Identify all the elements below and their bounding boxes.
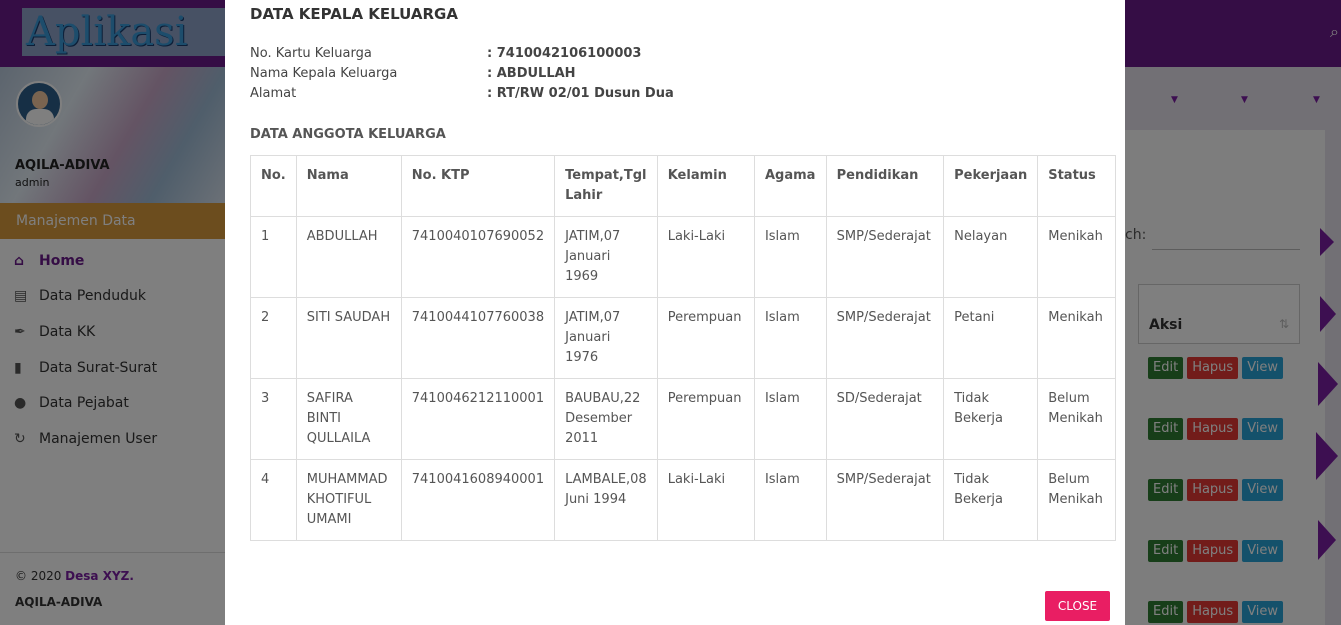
table-cell: 7410046212110001 <box>400 378 556 460</box>
info-label: Nama Kepala Keluarga <box>250 66 398 81</box>
table-cell: Tidak Bekerja <box>943 378 1039 460</box>
table-row: 3 SAFIRA BINTI QULLAILA 7410046212110001… <box>250 378 1116 460</box>
table-cell: Perempuan <box>656 297 755 379</box>
column-header: Tempat,Tgl Lahir <box>554 155 658 217</box>
column-header: Status <box>1037 155 1116 217</box>
table-cell: Nelayan <box>943 216 1039 298</box>
table-cell: SITI SAUDAH <box>295 297 402 379</box>
table-header-row: No. Nama No. KTP Tempat,Tgl Lahir Kelami… <box>250 155 1116 217</box>
column-header: No. <box>250 155 297 217</box>
info-row: Alamat : RT/RW 02/01 Dusun Dua <box>250 86 674 106</box>
table-row: 2 SITI SAUDAH 7410044107760038 JATIM,07 … <box>250 297 1116 379</box>
family-members-table: No. Nama No. KTP Tempat,Tgl Lahir Kelami… <box>250 155 1116 541</box>
table-cell: 7410044107760038 <box>400 297 556 379</box>
info-row: No. Kartu Keluarga : 7410042106100003 <box>250 46 674 66</box>
table-cell: Petani <box>943 297 1039 379</box>
table-cell: Menikah <box>1037 297 1116 379</box>
table-cell: Islam <box>753 378 827 460</box>
table-cell: 1 <box>250 216 297 298</box>
table-cell: Laki-Laki <box>656 216 755 298</box>
table-cell: Islam <box>753 297 827 379</box>
modal-title: DATA KEPALA KELUARGA <box>250 5 458 23</box>
table-cell: JATIM,07 Januari 1969 <box>554 216 658 298</box>
table-cell: ABDULLAH <box>295 216 402 298</box>
table-cell: SAFIRA BINTI QULLAILA <box>295 378 402 460</box>
table-cell: MUHAMMAD KHOTIFUL UMAMI <box>295 459 402 541</box>
info-label: Alamat <box>250 86 297 101</box>
table-cell: 3 <box>250 378 297 460</box>
column-header: Nama <box>295 155 402 217</box>
table-cell: Laki-Laki <box>656 459 755 541</box>
table-cell: Islam <box>753 459 827 541</box>
head-of-family-info: No. Kartu Keluarga : 7410042106100003 Na… <box>250 46 674 106</box>
table-cell: Belum Menikah <box>1037 378 1116 460</box>
family-card-modal: DATA KEPALA KELUARGA No. Kartu Keluarga … <box>225 0 1125 625</box>
column-header: No. KTP <box>400 155 556 217</box>
table-row: 1 ABDULLAH 7410040107690052 JATIM,07 Jan… <box>250 216 1116 298</box>
table-cell: BAUBAU,22 Desember 2011 <box>554 378 658 460</box>
table-cell: Belum Menikah <box>1037 459 1116 541</box>
table-cell: 2 <box>250 297 297 379</box>
column-header: Pekerjaan <box>943 155 1039 217</box>
table-cell: SD/Sederajat <box>825 378 945 460</box>
column-header: Kelamin <box>656 155 755 217</box>
info-label: No. Kartu Keluarga <box>250 46 372 61</box>
table-cell: SMP/Sederajat <box>825 216 945 298</box>
table-cell: 7410040107690052 <box>400 216 556 298</box>
info-value: : RT/RW 02/01 Dusun Dua <box>487 86 674 101</box>
close-button[interactable]: CLOSE <box>1045 591 1110 621</box>
table-cell: 4 <box>250 459 297 541</box>
column-header: Pendidikan <box>825 155 945 217</box>
table-row: 4 MUHAMMAD KHOTIFUL UMAMI 74100416089400… <box>250 459 1116 541</box>
table-cell: LAMBALE,08 Juni 1994 <box>554 459 658 541</box>
info-row: Nama Kepala Keluarga : ABDULLAH <box>250 66 674 86</box>
info-value: : 7410042106100003 <box>487 46 642 61</box>
members-section-title: DATA ANGGOTA KELUARGA <box>250 127 446 142</box>
table-cell: Islam <box>753 216 827 298</box>
table-cell: SMP/Sederajat <box>825 297 945 379</box>
table-cell: Menikah <box>1037 216 1116 298</box>
table-cell: JATIM,07 Januari 1976 <box>554 297 658 379</box>
info-value: : ABDULLAH <box>487 66 576 81</box>
table-cell: Perempuan <box>656 378 755 460</box>
table-cell: Tidak Bekerja <box>943 459 1039 541</box>
table-cell: SMP/Sederajat <box>825 459 945 541</box>
column-header: Agama <box>753 155 827 217</box>
table-cell: 7410041608940001 <box>400 459 556 541</box>
